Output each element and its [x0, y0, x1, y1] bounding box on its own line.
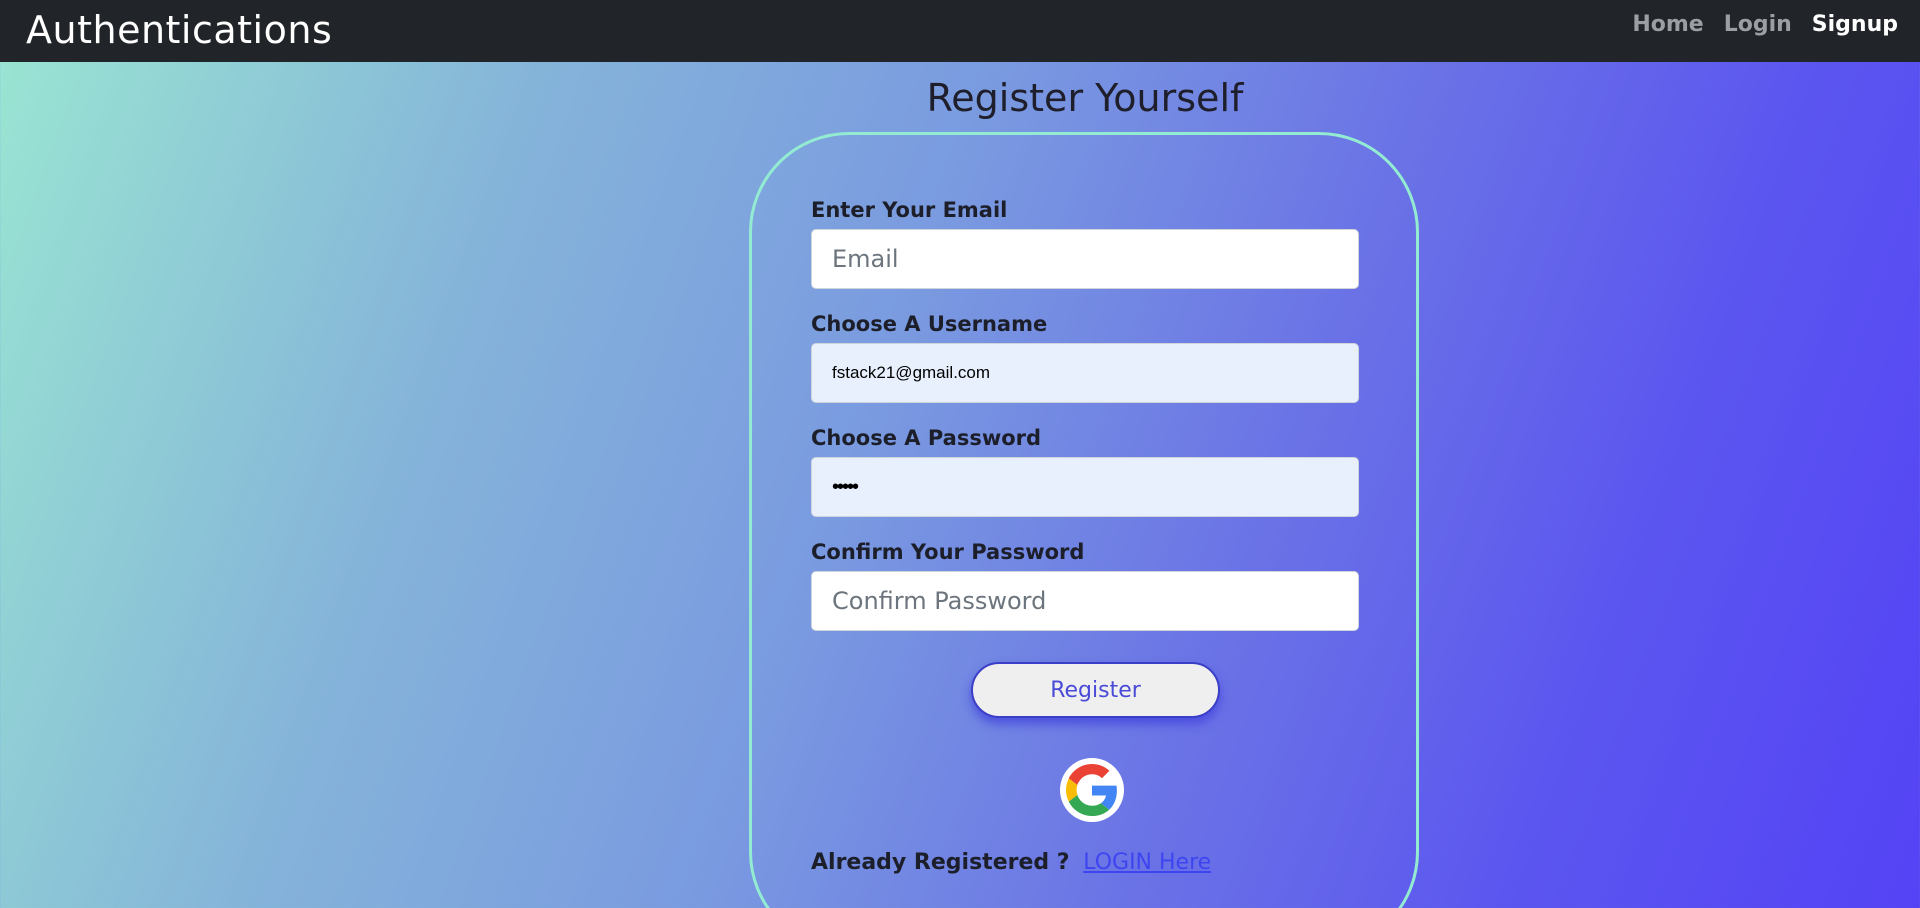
already-registered-text: Already Registered ?: [811, 850, 1070, 875]
navbar: Authentications Home Login Signup: [0, 0, 1920, 62]
password-label: Choose A Password: [811, 426, 1042, 450]
register-button[interactable]: Register: [971, 662, 1220, 718]
google-signin-button[interactable]: [1060, 758, 1124, 822]
nav-links: Home Login Signup: [1632, 12, 1898, 37]
confirm-password-label: Confirm Your Password: [811, 540, 1085, 564]
already-registered-row: Already Registered ? LOGIN Here: [811, 850, 1211, 875]
login-here-link[interactable]: LOGIN Here: [1083, 850, 1211, 875]
email-field[interactable]: [811, 229, 1359, 289]
username-field[interactable]: [811, 343, 1359, 403]
email-label: Enter Your Email: [811, 198, 1008, 222]
password-field[interactable]: [811, 457, 1359, 517]
username-label: Choose A Username: [811, 312, 1048, 336]
confirm-password-field[interactable]: [811, 571, 1359, 631]
google-icon: [1066, 764, 1117, 816]
nav-home-link[interactable]: Home: [1632, 12, 1703, 37]
page-title: Register Yourself: [926, 76, 1244, 120]
nav-login-link[interactable]: Login: [1724, 12, 1792, 37]
nav-signup-link[interactable]: Signup: [1812, 12, 1898, 37]
brand-title[interactable]: Authentications: [26, 8, 332, 52]
